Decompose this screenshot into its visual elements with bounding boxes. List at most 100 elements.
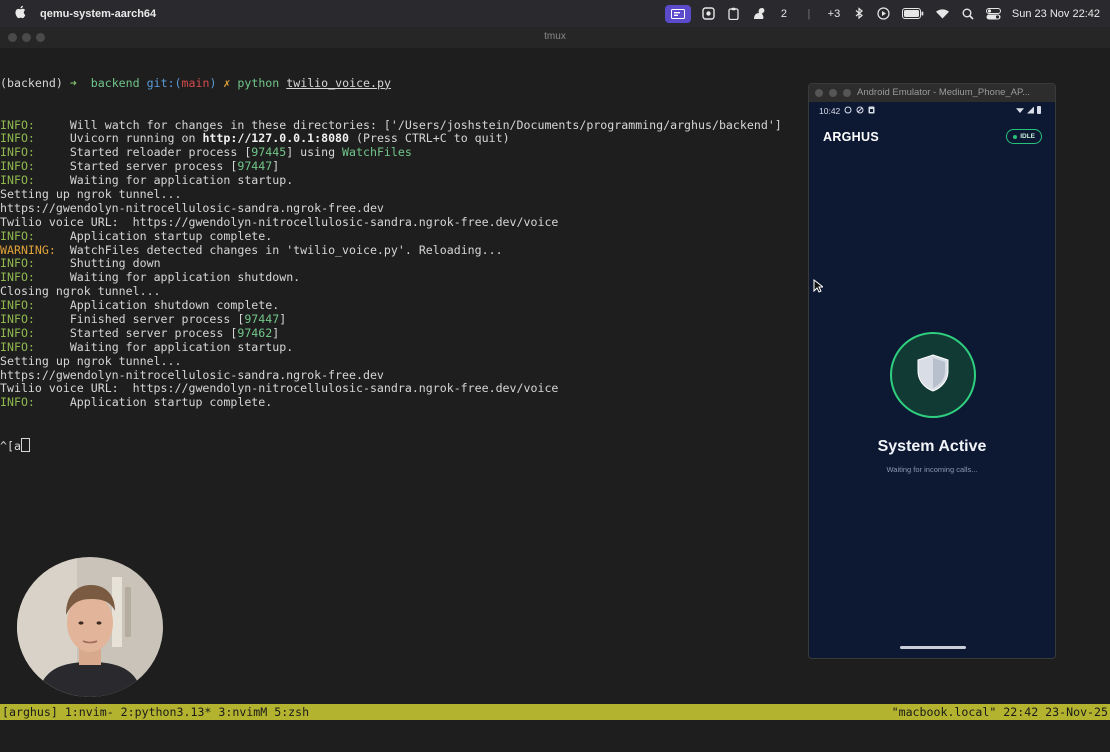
- terminal-log-line: INFO: Started server process [97462]: [0, 325, 810, 341]
- log-padding: [35, 395, 70, 409]
- log-text: WatchFiles detected changes in 'twilio_v…: [69, 242, 503, 257]
- play-circle-icon[interactable]: [877, 7, 891, 21]
- log-text: Will watch for changes in these director…: [69, 117, 782, 132]
- log-level: INFO:: [0, 270, 35, 285]
- menu-clock[interactable]: Sun 23 Nov 22:42: [1012, 8, 1100, 20]
- window-title: tmux: [544, 31, 566, 42]
- control-center-icon[interactable]: [985, 7, 1001, 21]
- log-text: Started server process [: [69, 325, 238, 340]
- apple-logo-icon[interactable]: [14, 5, 26, 23]
- status-badge: IDLE: [1006, 129, 1042, 144]
- input-line[interactable]: ^[a: [0, 438, 810, 454]
- emulator-titlebar[interactable]: Android Emulator - Medium_Phone_AP...: [809, 84, 1055, 102]
- log-text: Started reloader process [: [69, 145, 252, 160]
- terminal-log-line: Twilio voice URL: https://gwendolyn-nitr…: [0, 381, 810, 396]
- log-pid: 97447: [244, 311, 280, 326]
- menu-bar: qemu-system-aarch64 2 | +3 Sun 23 Nov 22…: [0, 0, 1110, 27]
- terminal-log-line: INFO: Waiting for application shutdown.: [0, 270, 810, 285]
- log-text: Application startup complete.: [69, 395, 273, 410]
- log-level: INFO:: [0, 311, 35, 326]
- terminal-log-line: INFO: Application startup complete.: [0, 228, 810, 244]
- terminal-log-line: INFO: Waiting for application startup.: [0, 339, 810, 355]
- prompt-line: (backend) ➜ backend git:(main) ✗ python …: [0, 75, 810, 91]
- terminal-log-line: https://gwendolyn-nitrocellulosic-sandra…: [0, 200, 810, 216]
- log-text: Setting up ngrok tunnel...: [0, 186, 182, 201]
- notification-count[interactable]: 2: [777, 7, 791, 21]
- log-level: INFO:: [0, 131, 35, 146]
- squirrel-icon[interactable]: [752, 7, 766, 21]
- tmux-window-list[interactable]: [arghus] 1:nvim- 2:python3.13* 3:nvimM 5…: [2, 704, 309, 720]
- divider-icon: |: [807, 7, 811, 20]
- log-padding: [35, 145, 70, 159]
- log-text: Twilio voice URL: https://gwendolyn-nitr…: [0, 214, 559, 229]
- wifi-icon[interactable]: [935, 7, 950, 21]
- screenshot-icon[interactable]: [702, 7, 716, 21]
- log-text: https://gwendolyn-nitrocellulosic-sandra…: [0, 200, 384, 215]
- active-app-name[interactable]: qemu-system-aarch64: [40, 8, 156, 20]
- log-level: INFO:: [0, 145, 35, 160]
- terminal-log-line: INFO: Started server process [97447]: [0, 159, 810, 174]
- sim-icon: [868, 106, 875, 116]
- status-shield-button[interactable]: [890, 332, 976, 418]
- window-titlebar[interactable]: tmux: [0, 27, 1110, 48]
- tmux-host-clock: "macbook.local" 22:42 23-Nov-25: [891, 705, 1108, 719]
- log-text: Waiting for application shutdown.: [69, 270, 301, 285]
- prompt-dirty-mark: ✗: [223, 75, 231, 90]
- home-indicator[interactable]: [900, 646, 966, 649]
- terminal-log-line: INFO: Uvicorn running on http://127.0.0.…: [0, 131, 810, 146]
- log-padding: [35, 312, 70, 326]
- prompt-git: git:(: [146, 75, 182, 90]
- android-emulator-window[interactable]: Android Emulator - Medium_Phone_AP... 10…: [808, 83, 1056, 659]
- phone-status-icons: [1016, 106, 1041, 114]
- terminal-log-line: Setting up ngrok tunnel...: [0, 186, 810, 202]
- log-text: Shutting down: [69, 256, 161, 271]
- log-level: INFO:: [0, 325, 35, 340]
- last-input: ^[a: [0, 439, 21, 454]
- emulator-minimize-button[interactable]: [829, 89, 837, 97]
- log-text: ]: [272, 325, 280, 340]
- prompt-command: python: [237, 75, 280, 90]
- log-padding: [35, 229, 70, 243]
- log-level: INFO:: [0, 117, 35, 132]
- phone-screen[interactable]: 10:42 ARGHUS IDLE System Active Waiting …: [809, 102, 1055, 658]
- log-padding: [35, 340, 70, 354]
- log-text: Finished server process [: [69, 311, 245, 326]
- status-badge-label: IDLE: [1020, 133, 1035, 140]
- battery-icon[interactable]: [901, 7, 924, 21]
- terminal-log-line: WARNING: WatchFiles detected changes in …: [0, 242, 810, 258]
- log-padding: [35, 131, 70, 145]
- bluetooth-icon[interactable]: [852, 7, 866, 21]
- log-level: INFO:: [0, 298, 35, 313]
- webcam-overlay: [17, 557, 163, 697]
- system-status-subtitle: Waiting for incoming calls...: [886, 465, 978, 474]
- tmux-status-bar: [arghus] 1:nvim- 2:python3.13* 3:nvimM 5…: [0, 704, 1110, 720]
- log-text: Closing ngrok tunnel...: [0, 284, 161, 299]
- log-text: Waiting for application startup.: [69, 173, 294, 188]
- prompt-env: (backend): [0, 75, 63, 90]
- terminal-log-line: Closing ngrok tunnel...: [0, 284, 810, 299]
- log-pid: 97445: [251, 145, 287, 160]
- clipboard-icon[interactable]: [727, 7, 741, 21]
- log-text: Application startup complete.: [69, 228, 273, 243]
- screen-capture-icon[interactable]: [664, 4, 691, 23]
- log-text: (Press CTRL+C to quit): [349, 131, 510, 146]
- log-url: http://127.0.0.1:8080: [202, 131, 350, 146]
- terminal-log-line: Setting up ngrok tunnel...: [0, 354, 810, 369]
- extra-count[interactable]: +3: [827, 7, 841, 21]
- emulator-close-button[interactable]: [815, 89, 823, 97]
- log-pid: 97462: [237, 325, 273, 340]
- log-level: INFO:: [0, 173, 35, 188]
- log-lines: INFO: Will watch for changes in these di…: [0, 117, 810, 411]
- log-level: INFO:: [0, 228, 35, 243]
- log-level: INFO:: [0, 256, 35, 271]
- mouse-pointer-icon: [813, 278, 825, 297]
- alarm-icon: [844, 106, 852, 116]
- log-text: Waiting for application startup.: [69, 339, 294, 354]
- log-level: INFO:: [0, 339, 35, 354]
- emulator-zoom-button[interactable]: [843, 89, 851, 97]
- terminal-cursor: [20, 438, 30, 453]
- log-highlight: WatchFiles: [342, 145, 412, 160]
- log-text: Application shutdown complete.: [69, 298, 280, 313]
- search-icon[interactable]: [961, 7, 975, 21]
- log-text: Uvicorn running on: [69, 131, 203, 146]
